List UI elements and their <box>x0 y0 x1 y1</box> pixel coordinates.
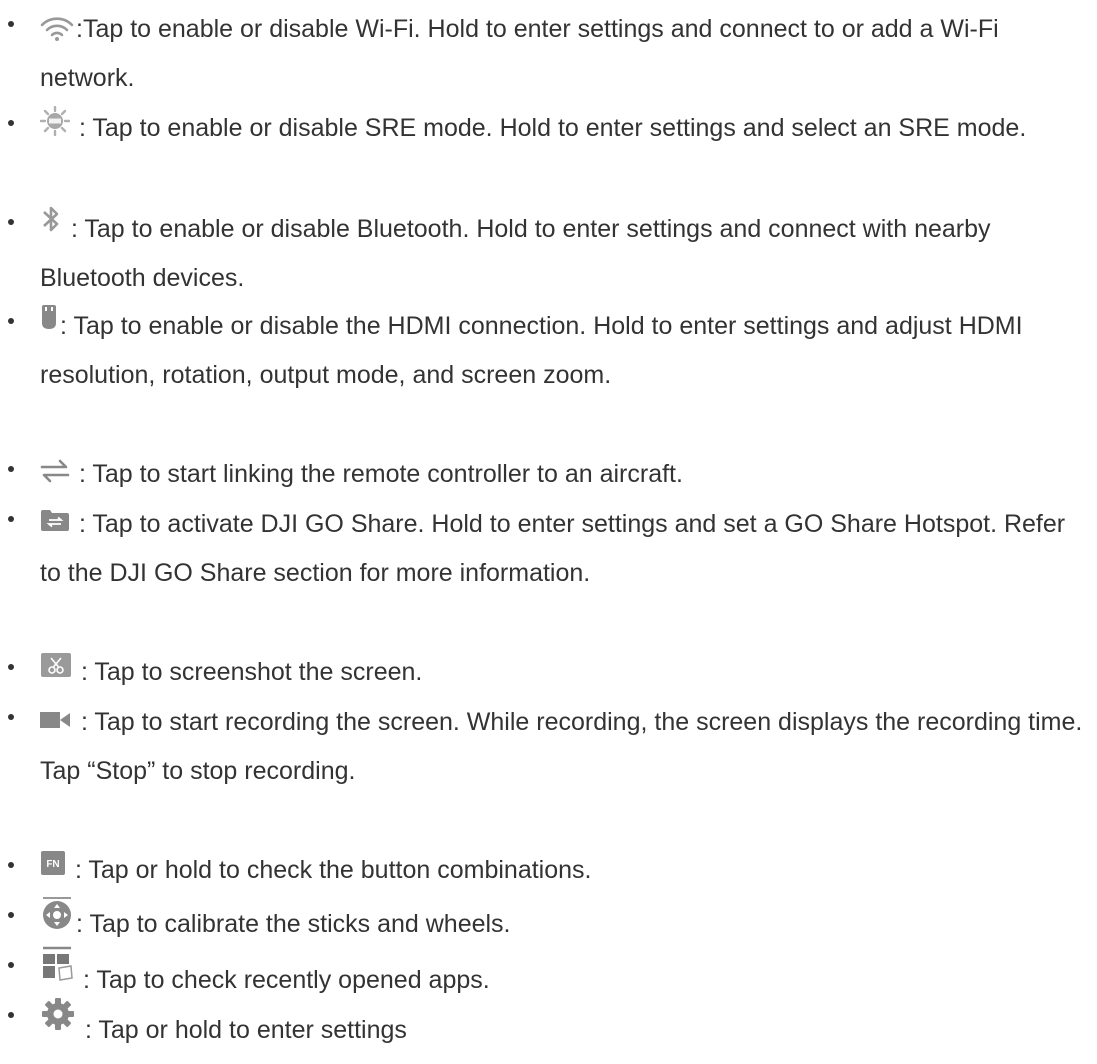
bullet <box>8 516 14 522</box>
item-text: : Tap to enable or disable Bluetooth. Ho… <box>40 215 991 292</box>
wifi-icon <box>40 17 74 41</box>
bullet <box>8 862 14 868</box>
bullet <box>8 219 14 225</box>
go-share-icon <box>40 508 70 532</box>
hdmi-icon <box>40 304 58 330</box>
bullet <box>8 912 14 918</box>
quick-settings-icon-list: :Tap to enable or disable Wi-Fi. Hold to… <box>0 0 1097 1064</box>
list-item-bluetooth: : Tap to enable or disable Bluetooth. Ho… <box>0 203 1097 303</box>
list-item-sre: : Tap to enable or disable SRE mode. Hol… <box>0 104 1097 153</box>
link-arrows-icon <box>40 458 70 484</box>
bullet <box>8 21 14 27</box>
screenshot-icon <box>40 652 72 678</box>
list-item-screenshot: : Tap to screenshot the screen. <box>0 648 1097 697</box>
sre-icon <box>40 106 70 136</box>
bullet <box>8 962 14 968</box>
bullet <box>8 1012 14 1018</box>
bluetooth-icon <box>40 203 62 235</box>
bullet <box>8 714 14 720</box>
list-item-screen-record: : Tap to start recording the screen. Whi… <box>0 698 1097 796</box>
item-text: : Tap to start recording the screen. Whi… <box>40 708 1083 785</box>
item-text: : Tap to enable or disable SRE mode. Hol… <box>72 114 1027 142</box>
list-item-calibrate: : Tap to calibrate the sticks and wheels… <box>0 896 1097 949</box>
gear-icon <box>40 996 76 1032</box>
item-text: : Tap to check recently opened apps. <box>76 966 490 994</box>
list-item-hdmi: : Tap to enable or disable the HDMI conn… <box>0 302 1097 400</box>
bullet <box>8 120 14 126</box>
list-item-go-share: : Tap to activate DJI GO Share. Hold to … <box>0 500 1097 598</box>
item-text: : Tap to screenshot the screen. <box>74 658 423 686</box>
item-text: : Tap to enable or disable the HDMI conn… <box>40 312 1023 389</box>
item-text: :Tap to enable or disable Wi-Fi. Hold to… <box>40 15 999 92</box>
bullet <box>8 664 14 670</box>
list-item-fn: FN : Tap or hold to check the button com… <box>0 846 1097 895</box>
recent-apps-icon <box>40 946 74 982</box>
svg-text:FN: FN <box>46 859 59 870</box>
list-item-wifi: :Tap to enable or disable Wi-Fi. Hold to… <box>0 5 1097 103</box>
bullet <box>8 318 14 324</box>
item-text: : Tap to start linking the remote contro… <box>72 460 683 488</box>
item-text: : Tap to calibrate the sticks and wheels… <box>76 910 511 938</box>
bullet <box>8 466 14 472</box>
screen-record-icon <box>40 711 72 729</box>
list-item-link: : Tap to start linking the remote contro… <box>0 450 1097 499</box>
item-text: : Tap or hold to enter settings <box>78 1016 407 1044</box>
item-text: : Tap to activate DJI GO Share. Hold to … <box>40 510 1066 587</box>
item-text: : Tap or hold to check the button combin… <box>68 856 592 884</box>
calibrate-icon <box>40 896 74 930</box>
fn-icon: FN <box>40 850 66 876</box>
list-item-settings: : Tap or hold to enter settings <box>0 996 1097 1055</box>
